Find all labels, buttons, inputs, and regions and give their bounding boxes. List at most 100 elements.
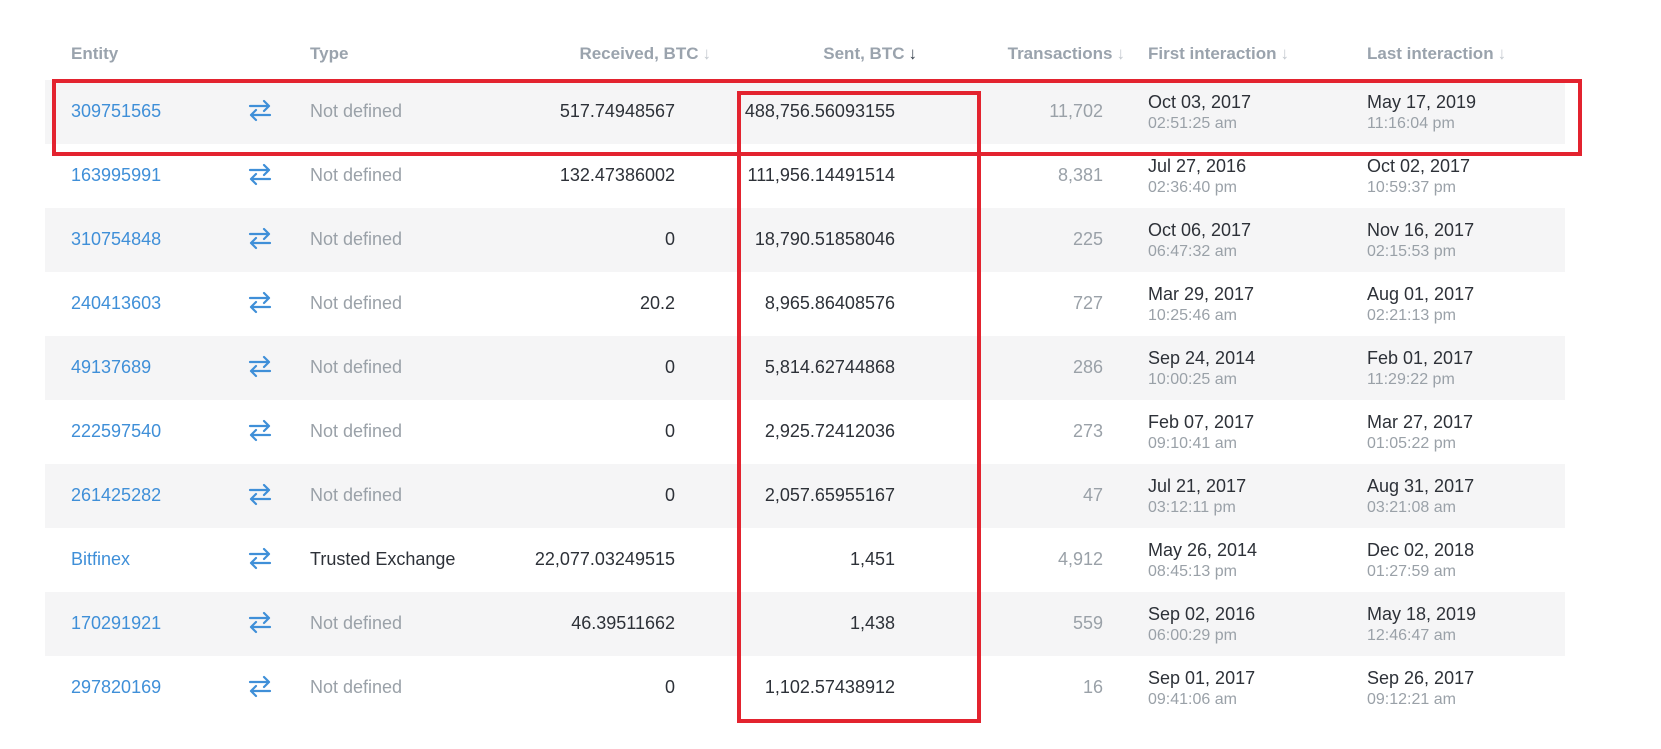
table-row: 297820169 Not defined 0 1,102.57438912 16 Sep… (45, 656, 1565, 720)
table-row: 163995991 Not defined 132.47386002 111,956.… (45, 144, 1565, 208)
entity-type: Not defined (310, 613, 403, 633)
first-interaction: Jul 21, 2017 03:12:11 pm (1148, 476, 1246, 518)
entity-type: Not defined (310, 293, 403, 313)
last-interaction: May 18, 2019 12:46:47 am (1367, 604, 1476, 646)
sent-btc: 2,057.65955167 (764, 485, 895, 505)
swap-arrows-icon (248, 675, 272, 698)
first-interaction: Oct 06, 2017 06:47:32 am (1148, 220, 1251, 262)
transactions-count: 559 (1072, 613, 1103, 633)
header-transactions-label: Transactions (1007, 44, 1113, 63)
entity-type: Not defined (310, 229, 403, 249)
entity-link[interactable]: 310754848 (71, 229, 161, 250)
transactions-count: 273 (1072, 421, 1103, 441)
last-interaction-date: Feb 01, 2017 (1367, 348, 1474, 368)
first-interaction: May 26, 2014 08:45:13 pm (1148, 540, 1257, 582)
table-row: 310754848 Not defined 0 18,790.51858046 225 O… (45, 208, 1565, 272)
transactions-count: 286 (1072, 357, 1103, 377)
swap-button[interactable] (247, 97, 273, 123)
swap-arrows-icon (248, 547, 272, 570)
swap-arrows-icon (248, 419, 272, 442)
last-interaction-time: 10:59:37 pm (1367, 179, 1456, 196)
first-interaction-date: Oct 06, 2017 (1148, 220, 1252, 240)
swap-arrows-icon (248, 611, 272, 634)
first-interaction: Feb 07, 2017 09:10:41 am (1148, 412, 1254, 454)
header-sent[interactable]: Sent, BTC ↓ (823, 44, 917, 64)
swap-button[interactable] (247, 353, 273, 379)
received-btc: 22,077.03249515 (534, 549, 675, 569)
entity-type: Trusted Exchange (310, 549, 456, 569)
swap-arrows-icon (248, 291, 272, 314)
sort-arrow-icon: ↓ (908, 44, 918, 63)
header-received-label: Received, BTC (579, 44, 699, 63)
swap-button[interactable] (247, 545, 273, 571)
entity-type: Not defined (310, 421, 403, 441)
entity-link[interactable]: 170291921 (71, 613, 161, 634)
transactions-count: 225 (1072, 229, 1103, 249)
header-last-interaction[interactable]: Last interaction ↓ (1367, 44, 1506, 64)
last-interaction: Dec 02, 2018 01:27:59 am (1367, 540, 1474, 582)
last-interaction: Aug 31, 2017 03:21:08 am (1367, 476, 1474, 518)
first-interaction-time: 09:41:06 am (1148, 691, 1237, 708)
swap-button[interactable] (247, 481, 273, 507)
entity-type: Not defined (310, 165, 403, 185)
entity-link[interactable]: 49137689 (71, 357, 151, 378)
header-type[interactable]: Type (310, 44, 348, 64)
entity-link[interactable]: 261425282 (71, 485, 161, 506)
swap-arrows-icon (248, 355, 272, 378)
swap-button[interactable] (247, 673, 273, 699)
first-interaction-date: Sep 01, 2017 (1148, 668, 1256, 688)
sent-btc: 5,814.62744868 (764, 357, 895, 377)
swap-button[interactable] (247, 289, 273, 315)
header-type-label: Type (310, 44, 349, 63)
transactions-count: 8,381 (1057, 165, 1103, 185)
first-interaction: Mar 29, 2017 10:25:46 am (1148, 284, 1254, 326)
table-row: 222597540 Not defined 0 2,925.72412036 273 Fe… (45, 400, 1565, 464)
last-interaction: Mar 27, 2017 01:05:22 pm (1367, 412, 1473, 454)
entity-link[interactable]: 222597540 (71, 421, 161, 442)
received-btc: 0 (664, 229, 675, 249)
entity-link[interactable]: 297820169 (71, 677, 161, 698)
received-btc: 20.2 (639, 293, 675, 313)
last-interaction-time: 11:16:04 pm (1367, 115, 1455, 132)
received-btc: 0 (664, 421, 675, 441)
table-row: 170291921 Not defined 46.39511662 1,438 559 S… (45, 592, 1565, 656)
received-btc: 517.74948567 (559, 101, 675, 121)
sent-btc: 18,790.51858046 (754, 229, 895, 249)
received-btc: 0 (664, 357, 675, 377)
table-row: Bitfinex Trusted Exchange 22,077.03249515 1… (45, 528, 1565, 592)
swap-button[interactable] (247, 225, 273, 251)
last-interaction-date: Oct 02, 2017 (1367, 156, 1471, 176)
transactions-count: 727 (1072, 293, 1103, 313)
entity-link[interactable]: 240413603 (71, 293, 161, 314)
header-first-interaction[interactable]: First interaction ↓ (1148, 44, 1289, 64)
entity-link[interactable]: Bitfinex (71, 549, 130, 570)
header-entity[interactable]: Entity (71, 44, 118, 64)
first-interaction-date: Sep 24, 2014 (1148, 348, 1256, 368)
last-interaction-time: 01:27:59 am (1367, 563, 1456, 580)
first-interaction-time: 02:51:25 am (1148, 115, 1237, 132)
entity-link[interactable]: 163995991 (71, 165, 161, 186)
last-interaction-date: Aug 01, 2017 (1367, 284, 1475, 304)
header-received[interactable]: Received, BTC ↓ (579, 44, 711, 64)
first-interaction-time: 03:12:11 pm (1148, 499, 1236, 516)
sent-btc: 1,102.57438912 (764, 677, 895, 697)
last-interaction-time: 03:21:08 am (1367, 499, 1456, 516)
swap-button[interactable] (247, 161, 273, 187)
first-interaction-date: May 26, 2014 (1148, 540, 1258, 560)
header-entity-label: Entity (71, 44, 119, 63)
first-interaction-time: 06:47:32 am (1148, 243, 1237, 260)
table-row: 261425282 Not defined 0 2,057.65955167 47 Jul… (45, 464, 1565, 528)
header-transactions[interactable]: Transactions ↓ (1008, 44, 1125, 64)
first-interaction-date: Jul 27, 2016 (1148, 156, 1247, 176)
sent-btc: 111,956.14491514 (747, 165, 895, 185)
first-interaction-date: Mar 29, 2017 (1148, 284, 1255, 304)
last-interaction: May 17, 2019 11:16:04 pm (1367, 92, 1476, 134)
entity-type: Not defined (310, 677, 403, 697)
swap-button[interactable] (247, 609, 273, 635)
entity-link[interactable]: 309751565 (71, 101, 161, 122)
swap-button[interactable] (247, 417, 273, 443)
swap-arrows-icon (248, 163, 272, 186)
received-btc: 46.39511662 (571, 613, 675, 633)
sent-btc: 2,925.72412036 (764, 421, 895, 441)
transactions-count: 16 (1082, 677, 1103, 697)
